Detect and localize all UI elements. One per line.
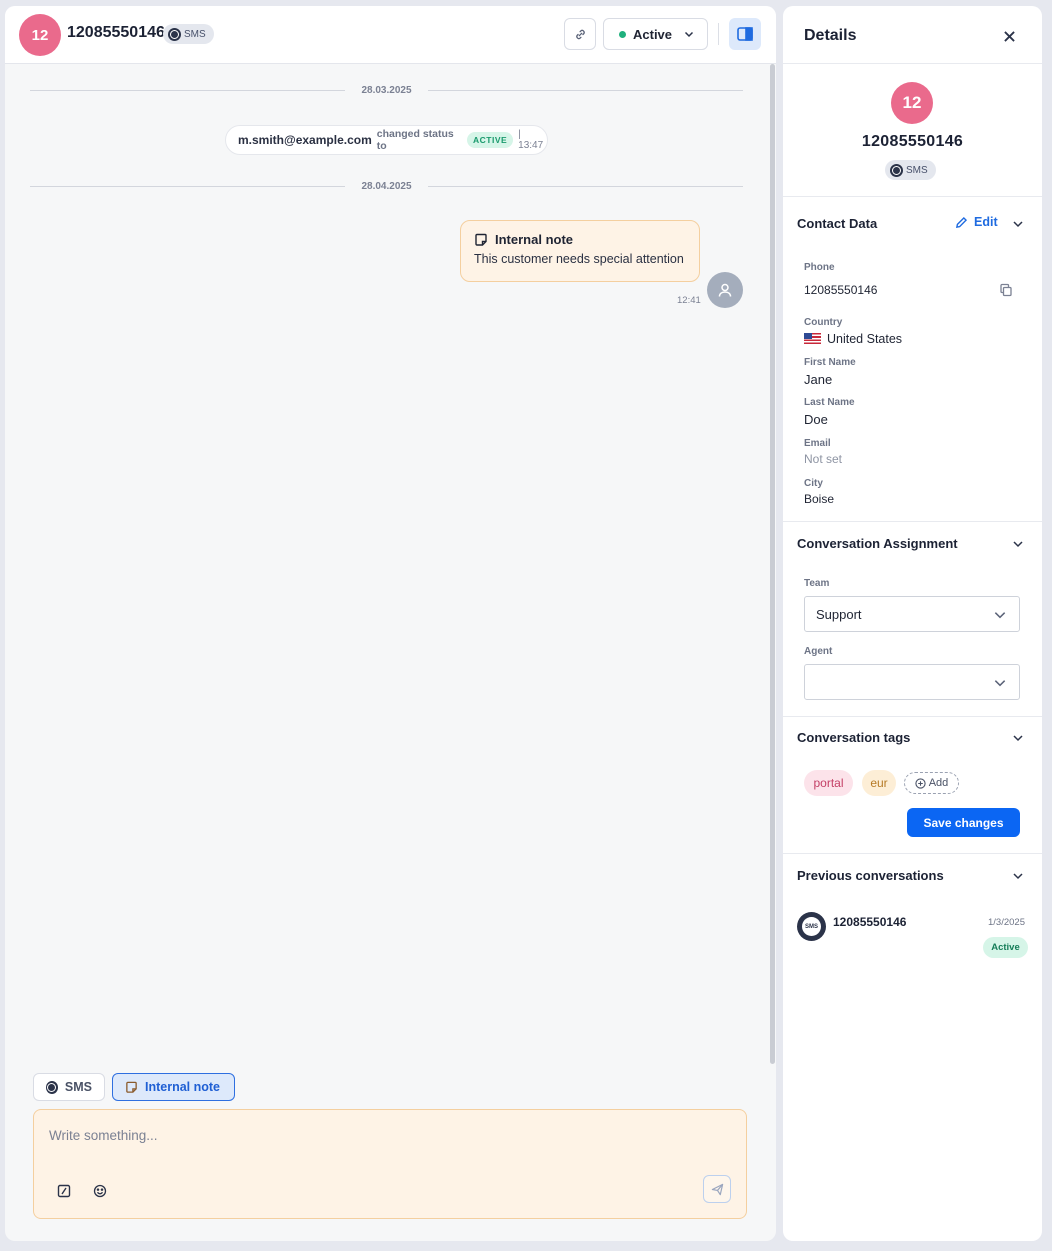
edit-contact-button[interactable]: Edit	[955, 215, 998, 229]
system-status-message: m.smith@example.com changed status to AC…	[225, 125, 548, 155]
sidebar-panel-icon	[737, 27, 753, 41]
sms-icon	[890, 163, 903, 177]
date-separator: 28.04.2025	[30, 179, 743, 193]
toggle-details-button[interactable]	[729, 18, 761, 50]
tag-portal[interactable]: portal	[804, 770, 853, 796]
shortcut-button[interactable]	[55, 1182, 73, 1200]
collapse-tags-button[interactable]	[1011, 731, 1025, 745]
agent-select[interactable]	[804, 664, 1020, 700]
chat-header: 12 12085550146 SMS Active	[5, 6, 776, 64]
details-panel: Details 12 12085550146 SMS Contact Data …	[783, 6, 1042, 1241]
sms-icon	[46, 1080, 58, 1094]
header-divider	[718, 23, 719, 45]
chevron-down-icon	[994, 612, 1006, 619]
chat-panel: 12 12085550146 SMS Active 28.03.2025 m.s…	[5, 6, 776, 1241]
status-dropdown[interactable]: Active	[603, 18, 708, 50]
date-separator: 28.03.2025	[30, 83, 743, 97]
close-icon	[1003, 30, 1015, 42]
city-value: Boise	[804, 492, 835, 506]
agent-avatar	[707, 272, 743, 308]
collapse-contact-button[interactable]	[1011, 217, 1025, 231]
copy-icon[interactable]	[999, 283, 1013, 297]
conversation-title: 12085550146	[67, 24, 165, 41]
section-title-contact-data: Contact Data	[797, 216, 878, 231]
section-title-tags: Conversation tags	[797, 730, 911, 745]
sms-channel-icon: SMS	[797, 912, 826, 941]
email-value: Not set	[804, 452, 843, 466]
actor-email: m.smith@example.com	[238, 133, 372, 147]
note-text: This customer needs special attention	[474, 252, 684, 266]
internal-note-message: Internal note This customer needs specia…	[460, 220, 700, 282]
details-title: Details	[804, 27, 857, 44]
close-details-button[interactable]	[1001, 28, 1017, 44]
status-dot	[619, 30, 626, 38]
channel-badge: SMS	[163, 24, 214, 44]
chevron-down-icon	[1013, 735, 1023, 742]
section-title-assignment: Conversation Assignment	[797, 536, 958, 551]
tag-eur[interactable]: eur	[862, 770, 896, 796]
note-icon	[475, 233, 487, 246]
status-badge: Active	[983, 937, 1028, 958]
chevron-down-icon	[994, 680, 1006, 687]
slash-command-icon	[57, 1184, 71, 1198]
plus-circle-icon	[915, 777, 926, 789]
copy-link-button[interactable]	[564, 18, 596, 50]
tab-sms[interactable]: SMS	[33, 1073, 105, 1101]
chevron-down-icon	[685, 31, 694, 38]
message-input[interactable]: Write something...	[49, 1128, 158, 1143]
us-flag-icon	[804, 333, 821, 344]
emoji-button[interactable]	[91, 1182, 109, 1200]
team-select[interactable]: Support	[804, 596, 1020, 632]
previous-conversation-date: 1/3/2025	[988, 917, 1025, 928]
user-icon	[718, 283, 732, 297]
send-icon	[711, 1183, 723, 1195]
contact-avatar: 12	[19, 14, 61, 56]
collapse-previous-button[interactable]	[1011, 869, 1025, 883]
save-changes-button[interactable]: Save changes	[907, 808, 1020, 837]
pencil-icon	[955, 216, 968, 228]
emoji-icon	[93, 1184, 107, 1198]
chat-scrollbar[interactable]	[770, 64, 775, 1064]
country-value: United States	[804, 332, 902, 346]
tab-internal-note[interactable]: Internal note	[112, 1073, 235, 1101]
contact-avatar: 12	[891, 82, 933, 124]
message-composer: Write something...	[33, 1109, 747, 1219]
phone-value: 12085550146	[804, 283, 878, 297]
chevron-down-icon	[1013, 873, 1023, 880]
previous-conversation-number: 12085550146	[833, 915, 907, 929]
last-name-value: Doe	[804, 412, 828, 427]
chevron-down-icon	[1013, 221, 1023, 228]
add-tag-button[interactable]: Add	[904, 772, 959, 794]
status-badge: ACTIVE	[466, 132, 514, 148]
sms-icon	[168, 27, 181, 41]
send-button[interactable]	[703, 1175, 731, 1203]
section-title-previous: Previous conversations	[797, 868, 944, 883]
first-name-value: Jane	[804, 372, 833, 387]
link-icon	[575, 29, 585, 39]
note-icon	[126, 1081, 137, 1093]
channel-badge: SMS	[885, 160, 936, 180]
chevron-down-icon	[1013, 541, 1023, 548]
contact-number: 12085550146	[861, 133, 964, 150]
collapse-assignment-button[interactable]	[1011, 537, 1025, 551]
message-time: 12:41	[677, 295, 701, 306]
